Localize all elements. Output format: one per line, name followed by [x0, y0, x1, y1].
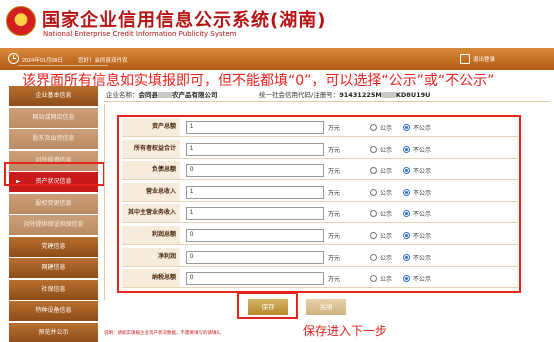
- sidebar-item-label: 预览并公示: [38, 328, 69, 336]
- sidebar-item[interactable]: 预览并公示: [9, 322, 98, 342]
- sidebar-item[interactable]: 网站或网店信息: [9, 107, 98, 128]
- user-greeting: 您好！会同县双丹农: [78, 58, 128, 64]
- sidebar-item-label: 企业基本信息: [35, 92, 72, 99]
- current-date: 2024年01月08日: [22, 58, 63, 64]
- logout-icon: [460, 54, 470, 64]
- sidebar-item-label: 股东及出资信息: [32, 135, 75, 142]
- credit-code-end: KD8U19U: [395, 91, 431, 99]
- site-subtitle: National Enterprise Credit Information P…: [43, 30, 237, 38]
- sidebar-item-label: 网站或网店信息: [32, 113, 75, 121]
- save-button[interactable]: 保存: [248, 299, 288, 315]
- sidebar-nav: 企业基本信息 网站或网店信息 股东及出资信息 对外投资信息 ► 资产状况信息 股权变更信息对…: [9, 86, 98, 342]
- sidebar-item[interactable]: 企业基本信息: [9, 86, 98, 106]
- national-emblem-icon: ★: [6, 6, 36, 36]
- clock-icon: [8, 53, 19, 64]
- sidebar-highlight-box: [4, 162, 105, 186]
- close-button[interactable]: 关闭: [306, 299, 346, 315]
- site-header: ★ 国家企业信用信息公示系统(湖南) National Enterprise C…: [0, 0, 554, 48]
- sidebar-item-label: 对外提供保证担保信息: [23, 221, 84, 228]
- credit-code-label: 统一社会信用代码/注册号：: [259, 91, 340, 99]
- sidebar-item[interactable]: 对外提供保证担保信息: [9, 215, 98, 235]
- sidebar-item-label: 网建信息: [41, 264, 66, 271]
- page-root: ★ 国家企业信用信息公示系统(湖南) National Enterprise C…: [0, 0, 554, 342]
- redaction-block: [381, 92, 396, 98]
- sidebar-item-label: 社保信息: [41, 285, 66, 293]
- sidebar-item[interactable]: 股东及出资信息: [9, 129, 98, 149]
- credit-code-start: 91431225M: [339, 91, 382, 99]
- redaction-block: [158, 92, 172, 98]
- credit-code: 统一社会信用代码/注册号：91431225M KD8U19U: [259, 89, 430, 99]
- site-title-text: 国家企业信用信息公示系统: [42, 10, 270, 31]
- top-bar: 2024年01月08日 您好！会同县双丹农 退出登录: [0, 48, 554, 70]
- sidebar-item[interactable]: 党建信息: [9, 236, 98, 257]
- form-note: 说明：请如实填报企业资产状况数据，不需要填写的请填0。: [104, 331, 224, 336]
- topbar-divider: [18, 65, 108, 66]
- company-name-end: 农产品有限公司: [172, 91, 218, 99]
- sidebar-item[interactable]: 股权变更信息: [9, 193, 98, 214]
- company-name: 企业名称：会同县 农产品有限公司: [106, 89, 218, 99]
- sidebar-item-label: 党建信息: [41, 242, 66, 250]
- site-province: (湖南): [270, 10, 327, 31]
- sidebar-item[interactable]: 社保信息: [9, 279, 98, 300]
- company-name-start: 会同县: [138, 91, 159, 99]
- sidebar-item[interactable]: 网建信息: [9, 258, 98, 278]
- annotation-save-hint: 保存进入下一步: [303, 324, 388, 338]
- form-highlight-box: [117, 115, 521, 293]
- sidebar-item[interactable]: 特种设备信息: [9, 301, 98, 321]
- company-name-label: 企业名称：: [106, 91, 139, 99]
- site-title: 国家企业信用信息公示系统(湖南): [42, 6, 326, 32]
- company-info-bar: 企业名称：会同县 农产品有限公司 统一社会信用代码/注册号：91431225M KD…: [104, 86, 550, 102]
- logout-button[interactable]: 退出登录: [460, 54, 495, 64]
- sidebar-item-label: 特种设备信息: [35, 307, 72, 314]
- logout-label: 退出登录: [473, 57, 496, 63]
- sidebar-item-label: 股权变更信息: [35, 199, 72, 207]
